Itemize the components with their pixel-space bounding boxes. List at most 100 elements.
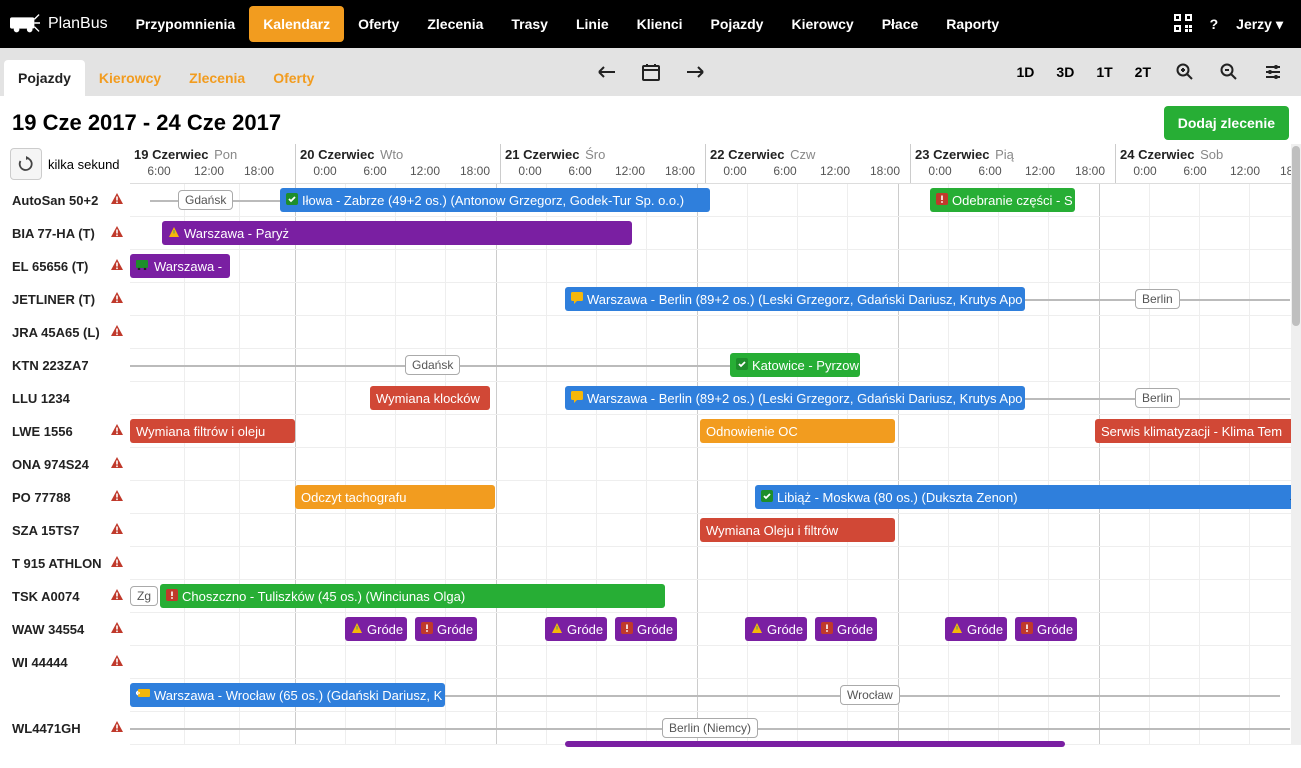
vehicle-row-label[interactable]: WI 44444: [0, 646, 130, 679]
event-grode-status-icon: [421, 622, 433, 637]
vehicle-row-label[interactable]: T 915 ATHLON: [0, 547, 130, 580]
timeline-row: Gdańsk Iłowa - Zabrze (49+2 os.) (Antonow…: [130, 184, 1301, 217]
pill-berlin[interactable]: Berlin: [1135, 289, 1180, 309]
event-warszawa-paryz[interactable]: Warszawa - Paryż: [162, 221, 632, 245]
vehicle-row-label[interactable]: AutoSan 50+2: [0, 184, 130, 217]
timeline-row: Gdańsk Katowice - Pyrzow: [130, 349, 1301, 382]
event-klima[interactable]: Serwis klimatyzacji - Klima Tem: [1095, 419, 1295, 443]
event-warszawa-berlin[interactable]: Warszawa - Berlin (89+2 os.) (Leski Grze…: [565, 287, 1025, 311]
vehicle-row-label[interactable]: EL 65656 (T): [0, 250, 130, 283]
user-menu[interactable]: Jerzy ▾: [1236, 16, 1283, 33]
vehicle-row-label[interactable]: [0, 679, 130, 712]
warning-icon: [110, 324, 124, 341]
qr-icon[interactable]: [1174, 14, 1192, 35]
event-grode[interactable]: Gróde: [345, 617, 407, 641]
event-grode[interactable]: Gróde: [745, 617, 807, 641]
event-warszawa-berlin-2[interactable]: Warszawa - Berlin (89+2 os.) (Leski Grze…: [565, 386, 1025, 410]
vehicle-row-label[interactable]: ONA 974S24: [0, 448, 130, 481]
timeline-row: [130, 448, 1301, 481]
nav-item-trasy[interactable]: Trasy: [497, 0, 562, 48]
vehicle-row-label[interactable]: WL4471GH: [0, 712, 130, 745]
settings-icon[interactable]: [1253, 54, 1293, 90]
event-grode[interactable]: Gróde: [545, 617, 607, 641]
nav-item-zlecenia[interactable]: Zlecenia: [413, 0, 497, 48]
event-grode[interactable]: Gróde: [415, 617, 477, 641]
add-order-button[interactable]: Dodaj zlecenie: [1164, 106, 1289, 140]
pill-berlin-de[interactable]: Berlin (Niemcy): [662, 718, 758, 738]
event-grode[interactable]: Gróde: [615, 617, 677, 641]
pill-berlin-2[interactable]: Berlin: [1135, 388, 1180, 408]
event-warszawa[interactable]: Warszawa -: [130, 254, 230, 278]
event-grode[interactable]: Gróde: [945, 617, 1007, 641]
user-name: Jerzy: [1236, 16, 1272, 32]
range-3D[interactable]: 3D: [1046, 54, 1084, 90]
vehicle-row-label[interactable]: LLU 1234: [0, 382, 130, 415]
event-libiaz-status-icon: [761, 490, 773, 505]
pill-gdansk[interactable]: Gdańsk: [178, 190, 233, 210]
event-grode[interactable]: Gróde: [815, 617, 877, 641]
vertical-scrollbar[interactable]: [1291, 144, 1301, 745]
timeline-row: Berlin (Niemcy): [130, 712, 1301, 745]
day-header: 24 Czerwiec Sob0:006:0012:0018:00: [1115, 144, 1301, 183]
range-1T[interactable]: 1T: [1086, 54, 1122, 90]
nav-item-kierowcy[interactable]: Kierowcy: [777, 0, 867, 48]
event-wymiana-klockow[interactable]: Wymiana klocków: [370, 386, 490, 410]
refresh-button[interactable]: [10, 148, 42, 180]
pill-zg[interactable]: Zg: [130, 586, 158, 606]
today-button[interactable]: [631, 54, 671, 90]
pill-wroclaw[interactable]: Wrocław: [840, 685, 900, 705]
next-button[interactable]: [675, 54, 715, 90]
event-ilowa[interactable]: Iłowa - Zabrze (49+2 os.) (Antonow Grzeg…: [280, 188, 710, 212]
vehicle-row-label[interactable]: TSK A0074: [0, 580, 130, 613]
nav-item-raporty[interactable]: Raporty: [932, 0, 1013, 48]
zoom-in-button[interactable]: [1165, 54, 1205, 90]
event-odnowienie-oc[interactable]: Odnowienie OC: [700, 419, 895, 443]
vehicle-row-label[interactable]: KTN 223ZA7: [0, 349, 130, 382]
nav-item-klienci[interactable]: Klienci: [623, 0, 697, 48]
event-filtry[interactable]: Wymiana filtrów i oleju: [130, 419, 295, 443]
pill-gdansk-2[interactable]: Gdańsk: [405, 355, 460, 375]
tab-kierowcy[interactable]: Kierowcy: [85, 60, 175, 96]
vehicle-row-label[interactable]: WAW 34554: [0, 613, 130, 646]
vehicle-row-label[interactable]: LWE 1556: [0, 415, 130, 448]
zoom-out-button[interactable]: [1209, 54, 1249, 90]
warning-icon: [110, 258, 124, 275]
event-tachograf[interactable]: Odczyt tachografu: [295, 485, 495, 509]
day-header: 19 Czerwiec Pon6:0012:0018:00: [130, 144, 295, 183]
nav-item-przypomnienia[interactable]: Przypomnienia: [122, 0, 250, 48]
vehicle-row-label[interactable]: PO 77788: [0, 481, 130, 514]
nav-item-oferty[interactable]: Oferty: [344, 0, 413, 48]
tab-zlecenia[interactable]: Zlecenia: [175, 60, 259, 96]
event-grode-status-icon: [951, 622, 963, 637]
tab-pojazdy[interactable]: Pojazdy: [4, 60, 85, 96]
event-olej[interactable]: Wymiana Oleju i filtrów: [700, 518, 895, 542]
event-libiaz[interactable]: Libiąż - Moskwa (80 os.) (Dukszta Zenon): [755, 485, 1295, 509]
timeline-row: Odczyt tachografu Libiąż - Moskwa (80 os.…: [130, 481, 1301, 514]
event-katowice[interactable]: Katowice - Pyrzow: [730, 353, 860, 377]
range-2T[interactable]: 2T: [1125, 54, 1161, 90]
event-grode[interactable]: Gróde: [1015, 617, 1077, 641]
event-ilowa-status-icon: [286, 193, 298, 208]
timeline-row: Warszawa - Berlin (89+2 os.) (Leski Grze…: [130, 283, 1301, 316]
event-wroclaw[interactable]: Warszawa - Wrocław (65 os.) (Gdański Dar…: [130, 683, 445, 707]
vehicle-row-label[interactable]: BIA 77-HA (T): [0, 217, 130, 250]
nav-item-płace[interactable]: Płace: [868, 0, 933, 48]
vehicle-row-label[interactable]: JRA 45A65 (L): [0, 316, 130, 349]
brand-logo[interactable]: PlanBus: [0, 0, 122, 48]
nav-item-kalendarz[interactable]: Kalendarz: [249, 6, 344, 42]
vehicle-row-label[interactable]: SZA 15TS7: [0, 514, 130, 547]
nav-item-linie[interactable]: Linie: [562, 0, 623, 48]
nav-item-pojazdy[interactable]: Pojazdy: [697, 0, 778, 48]
prev-button[interactable]: [587, 54, 627, 90]
day-header: 22 Czerwiec Czw0:006:0012:0018:00: [705, 144, 910, 183]
timeline-row: ZgChoszczno - Tuliszków (45 os.) (Winciu…: [130, 580, 1301, 613]
event-choszczno[interactable]: Choszczno - Tuliszków (45 os.) (Winciuna…: [160, 584, 665, 608]
tab-oferty[interactable]: Oferty: [259, 60, 328, 96]
event-odebranie[interactable]: Odebranie części - S: [930, 188, 1075, 212]
warning-icon: [110, 555, 124, 572]
event-partial[interactable]: [565, 741, 1065, 747]
vehicle-row-label[interactable]: JETLINER (T): [0, 283, 130, 316]
help-button[interactable]: ?: [1210, 16, 1219, 32]
range-1D[interactable]: 1D: [1007, 54, 1045, 90]
day-header: 20 Czerwiec Wto0:006:0012:0018:00: [295, 144, 500, 183]
